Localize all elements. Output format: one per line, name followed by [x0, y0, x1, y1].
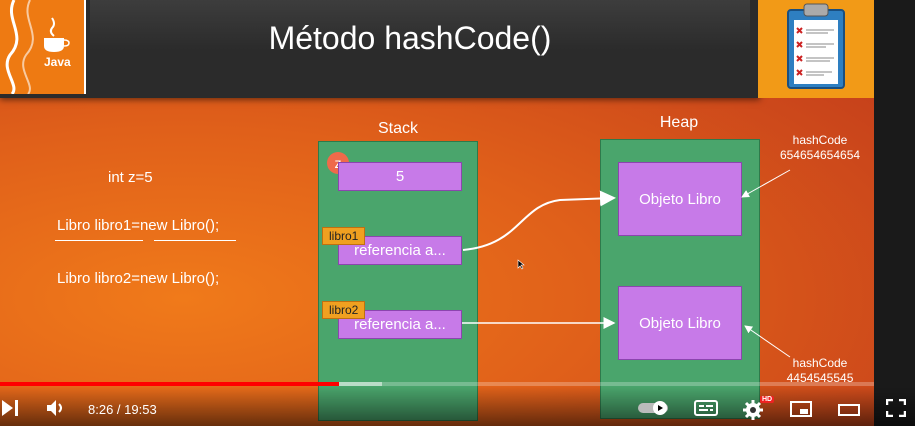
- player-controls: 8:26 / 19:53 HD: [0, 386, 915, 426]
- hd-badge: HD: [760, 396, 775, 403]
- video-frame[interactable]: Java Método hashCode() int z=5 Libro lib…: [0, 0, 915, 426]
- theater-icon[interactable]: [838, 403, 860, 421]
- side-strip: [874, 0, 915, 426]
- settings-icon[interactable]: [742, 399, 764, 426]
- next-icon[interactable]: [2, 400, 20, 421]
- autoplay-toggle-icon[interactable]: [638, 400, 672, 421]
- mouse-cursor-icon: [517, 259, 525, 270]
- arrows-layer: [462, 169, 791, 358]
- arrow-hash-1: [741, 169, 791, 198]
- time-display: 8:26 / 19:53: [88, 402, 157, 417]
- arrow-libro1: [462, 190, 616, 251]
- subtitles-icon[interactable]: [694, 400, 718, 421]
- arrow-hash-2: [744, 325, 791, 358]
- fullscreen-icon[interactable]: [885, 398, 907, 422]
- volume-icon[interactable]: [47, 400, 65, 421]
- miniplayer-icon[interactable]: [790, 401, 812, 422]
